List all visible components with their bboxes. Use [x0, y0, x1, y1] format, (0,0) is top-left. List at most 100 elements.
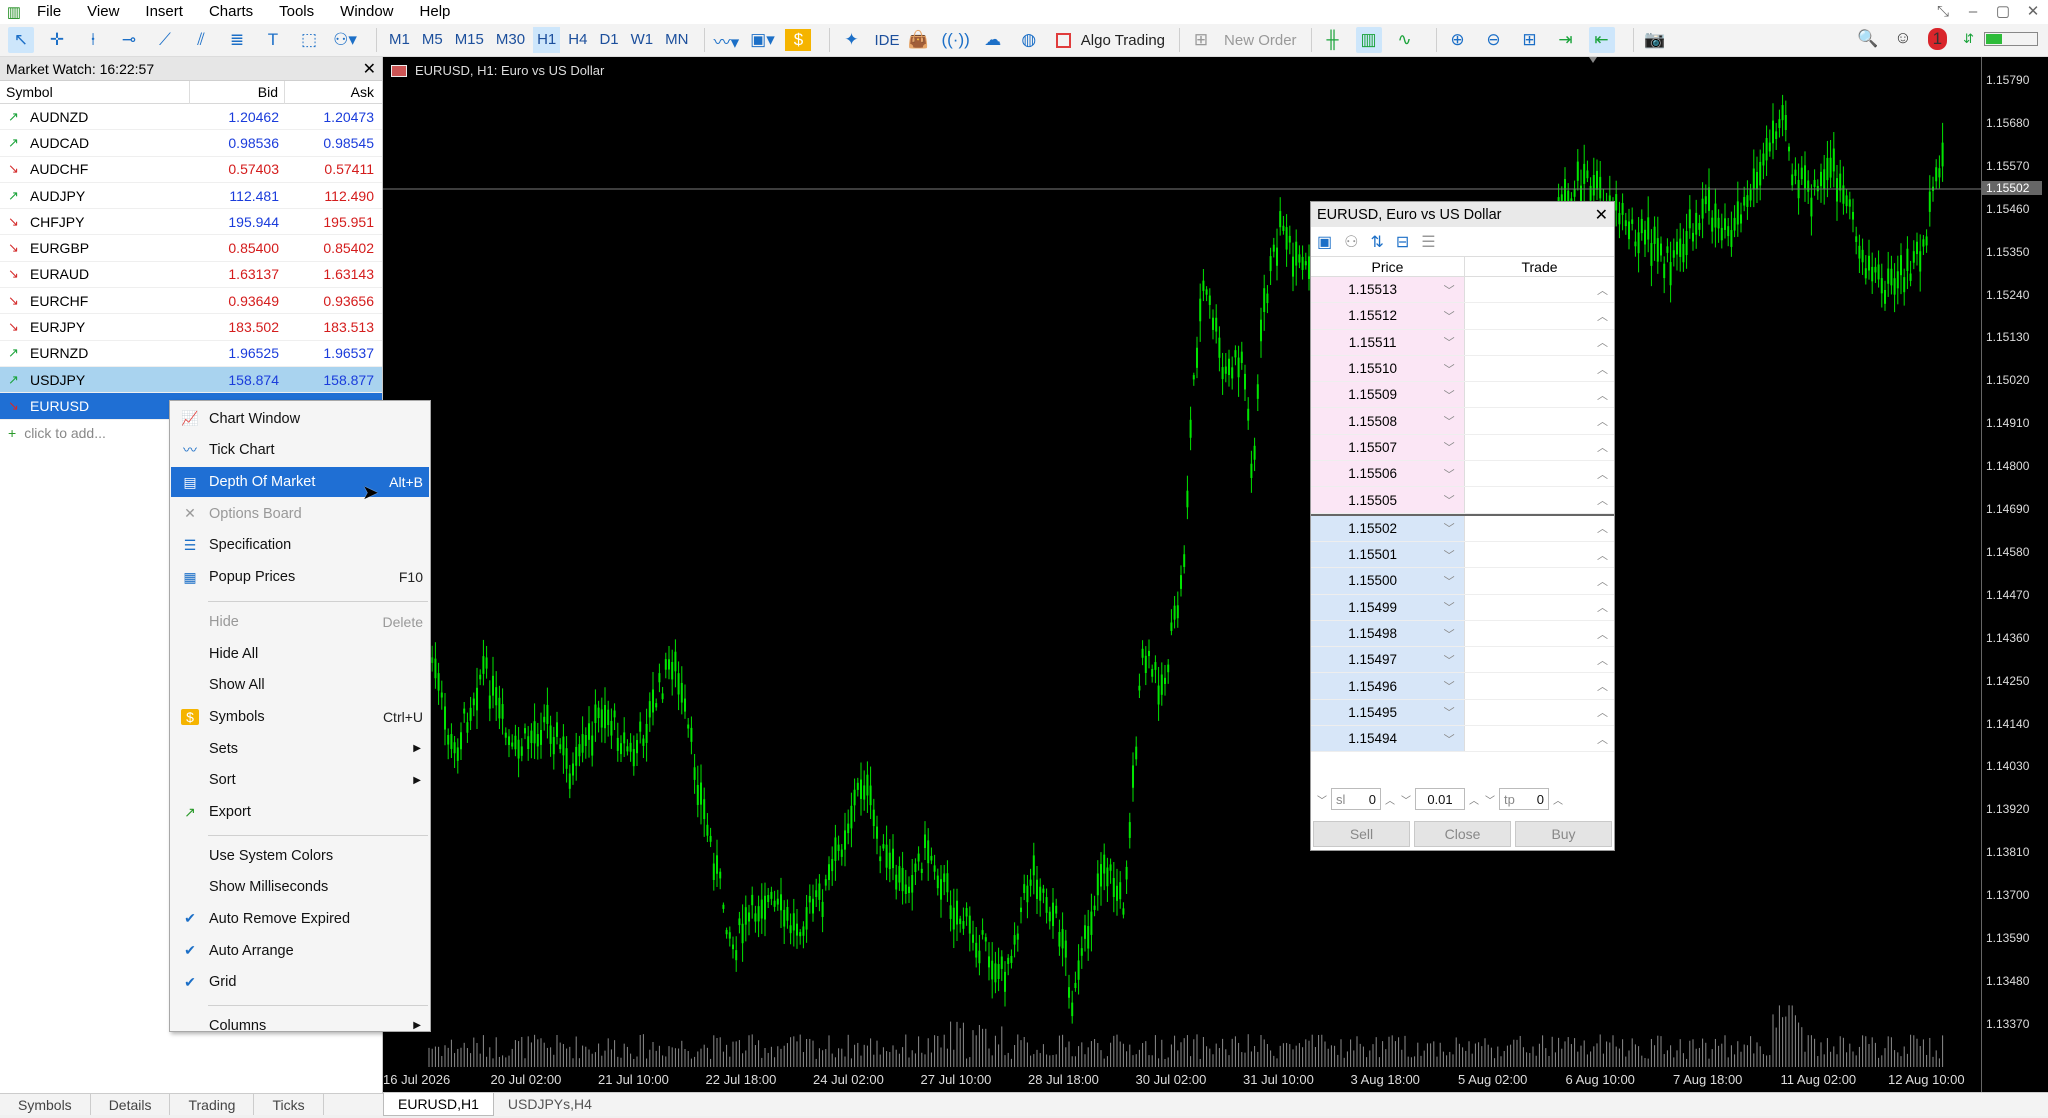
timeframe-w1[interactable]: W1: [627, 27, 658, 53]
close-position-button[interactable]: Close: [1414, 821, 1511, 847]
menu-item-sort[interactable]: Sort ▶: [171, 765, 429, 795]
chevron-up-icon[interactable]: ︿: [1469, 792, 1479, 807]
timeframe-h4[interactable]: H4: [564, 27, 591, 53]
chevron-down-icon[interactable]: ﹀: [1434, 413, 1464, 429]
dom-ask-row[interactable]: 1.15513 ﹀ ︿: [1311, 277, 1614, 304]
symbol-row-audnzd[interactable]: ↗ AUDNZD 1.20462 1.20473: [0, 104, 382, 131]
dom-bid-row[interactable]: 1.15501 ﹀ ︿: [1311, 541, 1614, 569]
symbol-row-eurnzd[interactable]: ↗ EURNZD 1.96525 1.96537: [0, 341, 382, 367]
chevron-up-icon[interactable]: ︿: [1553, 792, 1563, 807]
signals-icon[interactable]: ((·)): [941, 27, 969, 53]
column-ask[interactable]: Ask: [285, 81, 380, 104]
chevron-down-icon[interactable]: ﹀: [1434, 599, 1464, 615]
chevron-down-icon[interactable]: ﹀: [1434, 492, 1464, 508]
menu-view[interactable]: View: [78, 0, 128, 24]
chevron-up-icon[interactable]: ︿: [1597, 704, 1608, 720]
chevron-up-icon[interactable]: ︿: [1597, 466, 1608, 482]
reverse-icon[interactable]: ⇅: [1370, 232, 1383, 252]
chevron-up-icon[interactable]: ︿: [1597, 413, 1608, 429]
experts-icon[interactable]: ✦: [838, 27, 864, 53]
chart-type-icon[interactable]: 〰▾: [713, 27, 740, 53]
tab-ticks[interactable]: Ticks: [254, 1094, 324, 1115]
chevron-up-icon[interactable]: ︿: [1597, 308, 1608, 324]
chevron-up-icon[interactable]: ︿: [1597, 520, 1608, 536]
menu-item-auto-remove-expired[interactable]: ✔ Auto Remove Expired: [171, 904, 429, 934]
new-order-button[interactable]: New Order: [1224, 32, 1297, 49]
chevron-down-icon[interactable]: ﹀: [1401, 792, 1411, 807]
chevron-up-icon[interactable]: ︿: [1597, 361, 1608, 377]
timeframe-m5[interactable]: M5: [418, 27, 447, 53]
dom-ask-row[interactable]: 1.15505 ﹀ ︿: [1311, 487, 1614, 514]
tab-eurusd-h1[interactable]: EURUSD,H1: [383, 1093, 494, 1116]
chevron-down-icon[interactable]: ﹀: [1434, 731, 1464, 747]
chevron-up-icon[interactable]: ︿: [1597, 678, 1608, 694]
chevron-down-icon[interactable]: ﹀: [1485, 792, 1495, 807]
chevron-down-icon[interactable]: ﹀: [1434, 573, 1464, 589]
chevron-down-icon[interactable]: ﹀: [1434, 387, 1464, 403]
chart-view-icon[interactable]: ▣: [1317, 232, 1332, 252]
dom-ask-row[interactable]: 1.15511 ﹀ ︿: [1311, 329, 1614, 356]
chevron-down-icon[interactable]: ﹀: [1434, 439, 1464, 455]
vertical-line-icon[interactable]: ⍿: [80, 27, 106, 53]
tab-symbols[interactable]: Symbols: [0, 1094, 91, 1115]
menu-item-hide-all[interactable]: Hide All: [171, 639, 429, 669]
chevron-down-icon[interactable]: ﹀: [1434, 466, 1464, 482]
timeframe-h1[interactable]: H1: [533, 27, 561, 53]
algo-trading-icon[interactable]: [1055, 32, 1071, 48]
menu-item-specification[interactable]: ☰ Specification: [171, 530, 429, 560]
search-icon[interactable]: 🔍: [1857, 29, 1878, 49]
ide-button[interactable]: IDE: [874, 32, 899, 49]
menu-item-show-milliseconds[interactable]: Show Milliseconds: [171, 872, 429, 902]
take-profit-field[interactable]: tp 0: [1499, 788, 1549, 810]
crosshair-icon[interactable]: ✛: [44, 27, 70, 53]
chevron-up-icon[interactable]: ︿: [1597, 626, 1608, 642]
menu-item-columns[interactable]: Columns ▶: [171, 1011, 429, 1041]
chevron-down-icon[interactable]: ﹀: [1434, 547, 1464, 563]
chevron-up-icon[interactable]: ︿: [1597, 652, 1608, 668]
chevron-up-icon[interactable]: ︿: [1597, 387, 1608, 403]
maximize-button[interactable]: ▢: [1988, 0, 2018, 24]
menu-item-auto-arrange[interactable]: ✔ Auto Arrange: [171, 936, 429, 966]
chevron-down-icon[interactable]: ﹀: [1434, 678, 1464, 694]
dom-bid-row[interactable]: 1.15496 ﹀ ︿: [1311, 673, 1614, 700]
menu-item-chart-window[interactable]: 📈 Chart Window: [171, 404, 429, 434]
chevron-down-icon[interactable]: ﹀: [1434, 361, 1464, 377]
candlestick-icon[interactable]: ▥: [1355, 27, 1382, 53]
cursor-icon[interactable]: ↖: [8, 27, 34, 53]
menu-window[interactable]: Window: [331, 0, 402, 24]
chevron-up-icon[interactable]: ︿: [1597, 573, 1608, 589]
symbol-row-audcad[interactable]: ↗ AUDCAD 0.98536 0.98545: [0, 130, 382, 157]
menu-item-symbols[interactable]: $ Symbols Ctrl+U: [171, 702, 429, 732]
dom-bid-row[interactable]: 1.15497 ﹀ ︿: [1311, 647, 1614, 674]
algo-trading-button[interactable]: Algo Trading: [1081, 32, 1165, 49]
settings-list-icon[interactable]: ☰: [1421, 232, 1435, 252]
new-order-icon[interactable]: ⊞: [1188, 27, 1214, 53]
timeframe-m15[interactable]: M15: [451, 27, 488, 53]
dom-bid-row[interactable]: 1.15502 ﹀ ︿: [1311, 515, 1614, 542]
zoom-out-icon[interactable]: ⊖: [1481, 27, 1507, 53]
symbol-row-eurjpy[interactable]: ↘ EURJPY 183.502 183.513: [0, 314, 382, 341]
chevron-down-icon[interactable]: ﹀: [1434, 282, 1464, 298]
chevron-up-icon[interactable]: ︿: [1597, 547, 1608, 563]
menu-item-depth-of-market[interactable]: ▤ Depth Of Market Alt+B: [171, 467, 429, 497]
timeframe-m30[interactable]: M30: [492, 27, 529, 53]
menu-item-sets[interactable]: Sets ▶: [171, 734, 429, 764]
vps-icon[interactable]: ◍: [1016, 27, 1042, 53]
candlestick-chart[interactable]: [383, 57, 1981, 1067]
cloud-icon[interactable]: ☁: [980, 27, 1006, 53]
indicators-icon[interactable]: ▣▾: [749, 27, 775, 53]
chevron-down-icon[interactable]: ﹀: [1434, 704, 1464, 720]
symbol-row-audjpy[interactable]: ↗ AUDJPY 112.481 112.490: [0, 183, 382, 210]
dom-ask-row[interactable]: 1.15510 ﹀ ︿: [1311, 355, 1614, 383]
stop-loss-field[interactable]: sl 0: [1331, 788, 1381, 810]
timeframe-mn[interactable]: MN: [661, 27, 692, 53]
chevron-up-icon[interactable]: ︿: [1597, 731, 1608, 747]
menu-insert[interactable]: Insert: [136, 0, 192, 24]
line-chart-icon[interactable]: ∿: [1392, 27, 1418, 53]
menu-tools[interactable]: Tools: [270, 0, 323, 24]
menu-item-popup-prices[interactable]: ▦ Popup Prices F10: [171, 562, 429, 592]
close-icon[interactable]: ✕: [363, 59, 376, 79]
dom-ask-row[interactable]: 1.15508 ﹀ ︿: [1311, 408, 1614, 435]
chevron-down-icon[interactable]: ﹀: [1434, 334, 1464, 350]
trendline-icon[interactable]: ⟋: [152, 27, 178, 53]
